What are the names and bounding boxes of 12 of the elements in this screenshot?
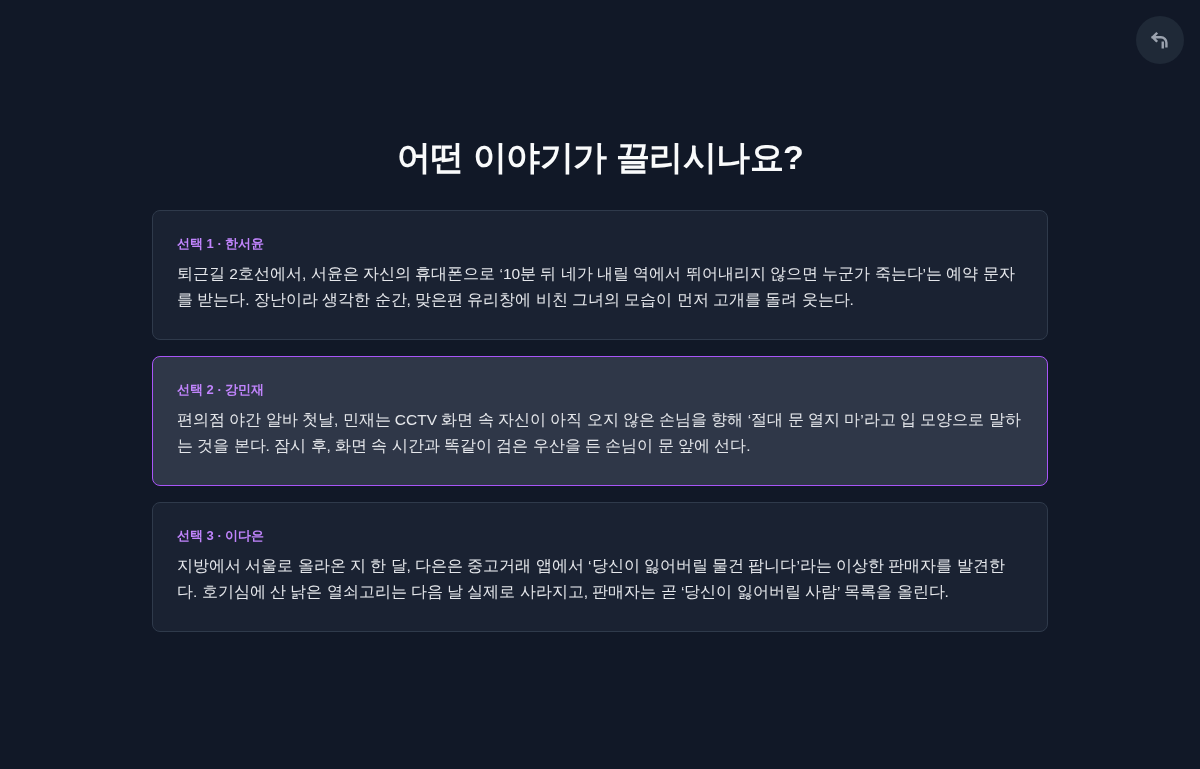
back-button[interactable] <box>1136 16 1184 64</box>
choice-label: 선택 3 · 이다은 <box>177 527 265 545</box>
story-description: 편의점 야간 알바 첫날, 민재는 CCTV 화면 속 자신이 아직 오지 않은 손님을 향해 ‘절대 문 열지 마’라고 입 모양으로 말하는 것을 본다. 잠시 후, 화면 속 시간과 똑같이 검은 우산을 든 손님이 문 앞에 선다. <box>177 410 1022 456</box>
story-description: 지방에서 서울로 올라온 지 한 달, 다은은 중고거래 앱에서 ‘당신이 잃어버릴 물건 팝니다’라는 이상한 판매자를 발견한다. 호기심에 산 낡은 열쇠고리는 다음 날 실제로 사라지고, 판매자는 곧 ‘당신이 잃어버릴 사람’ 목록을 올린다. <box>177 556 1006 602</box>
choice-label: 선택 2 · 강민재 <box>177 381 265 399</box>
page-title: 어떤 이야기가 끌리시나요? <box>396 137 804 178</box>
story-choice-card[interactable]: 선택 2 · 강민재 편의점 야간 알바 첫날, 민재는 CCTV 화면 속 자신이 아직 오지 않은 손님을 향해 ‘절대 문 열지 마’라고 입 모양으로 말하는 것을 본다. 잠시 후, 화면 속 시간과 똑같이 검은 우산을 든 손님이 문 앞에 선다. <box>152 356 1048 486</box>
choice-label: 선택 1 · 한서윤 <box>177 235 265 253</box>
story-description: 퇴근길 2호선에서, 서윤은 자신의 휴대폰으로 ‘10분 뒤 네가 내릴 역에서 뛰어내리지 않으면 누군가 죽는다’는 예약 문자를 받는다. 장난이라 생각한 순간, 맞은편 유리창에 비친 그녀의 모습이 먼저 고개를 돌려 웃는다. <box>177 264 1016 310</box>
story-choice-card[interactable]: 선택 1 · 한서윤 퇴근길 2호선에서, 서윤은 자신의 휴대폰으로 ‘10분 뒤 네가 내릴 역에서 뛰어내리지 않으면 누군가 죽는다’는 예약 문자를 받는다. 장난이라 생각한 순간, 맞은편 유리창에 비친 그녀의 모습이 먼저 고개를 돌려 웃는다. <box>152 210 1048 340</box>
undo-arrow-icon <box>1149 29 1171 51</box>
story-choice-card[interactable]: 선택 3 · 이다은 지방에서 서울로 올라온 지 한 달, 다은은 중고거래 앱에서 ‘당신이 잃어버릴 물건 팝니다’라는 이상한 판매자를 발견한다. 호기심에 산 낡은 열쇠고리는 다음 날 실제로 사라지고, 판매자는 곧 ‘당신이 잃어버릴 사람’ 목록을 올린다. <box>152 502 1048 632</box>
